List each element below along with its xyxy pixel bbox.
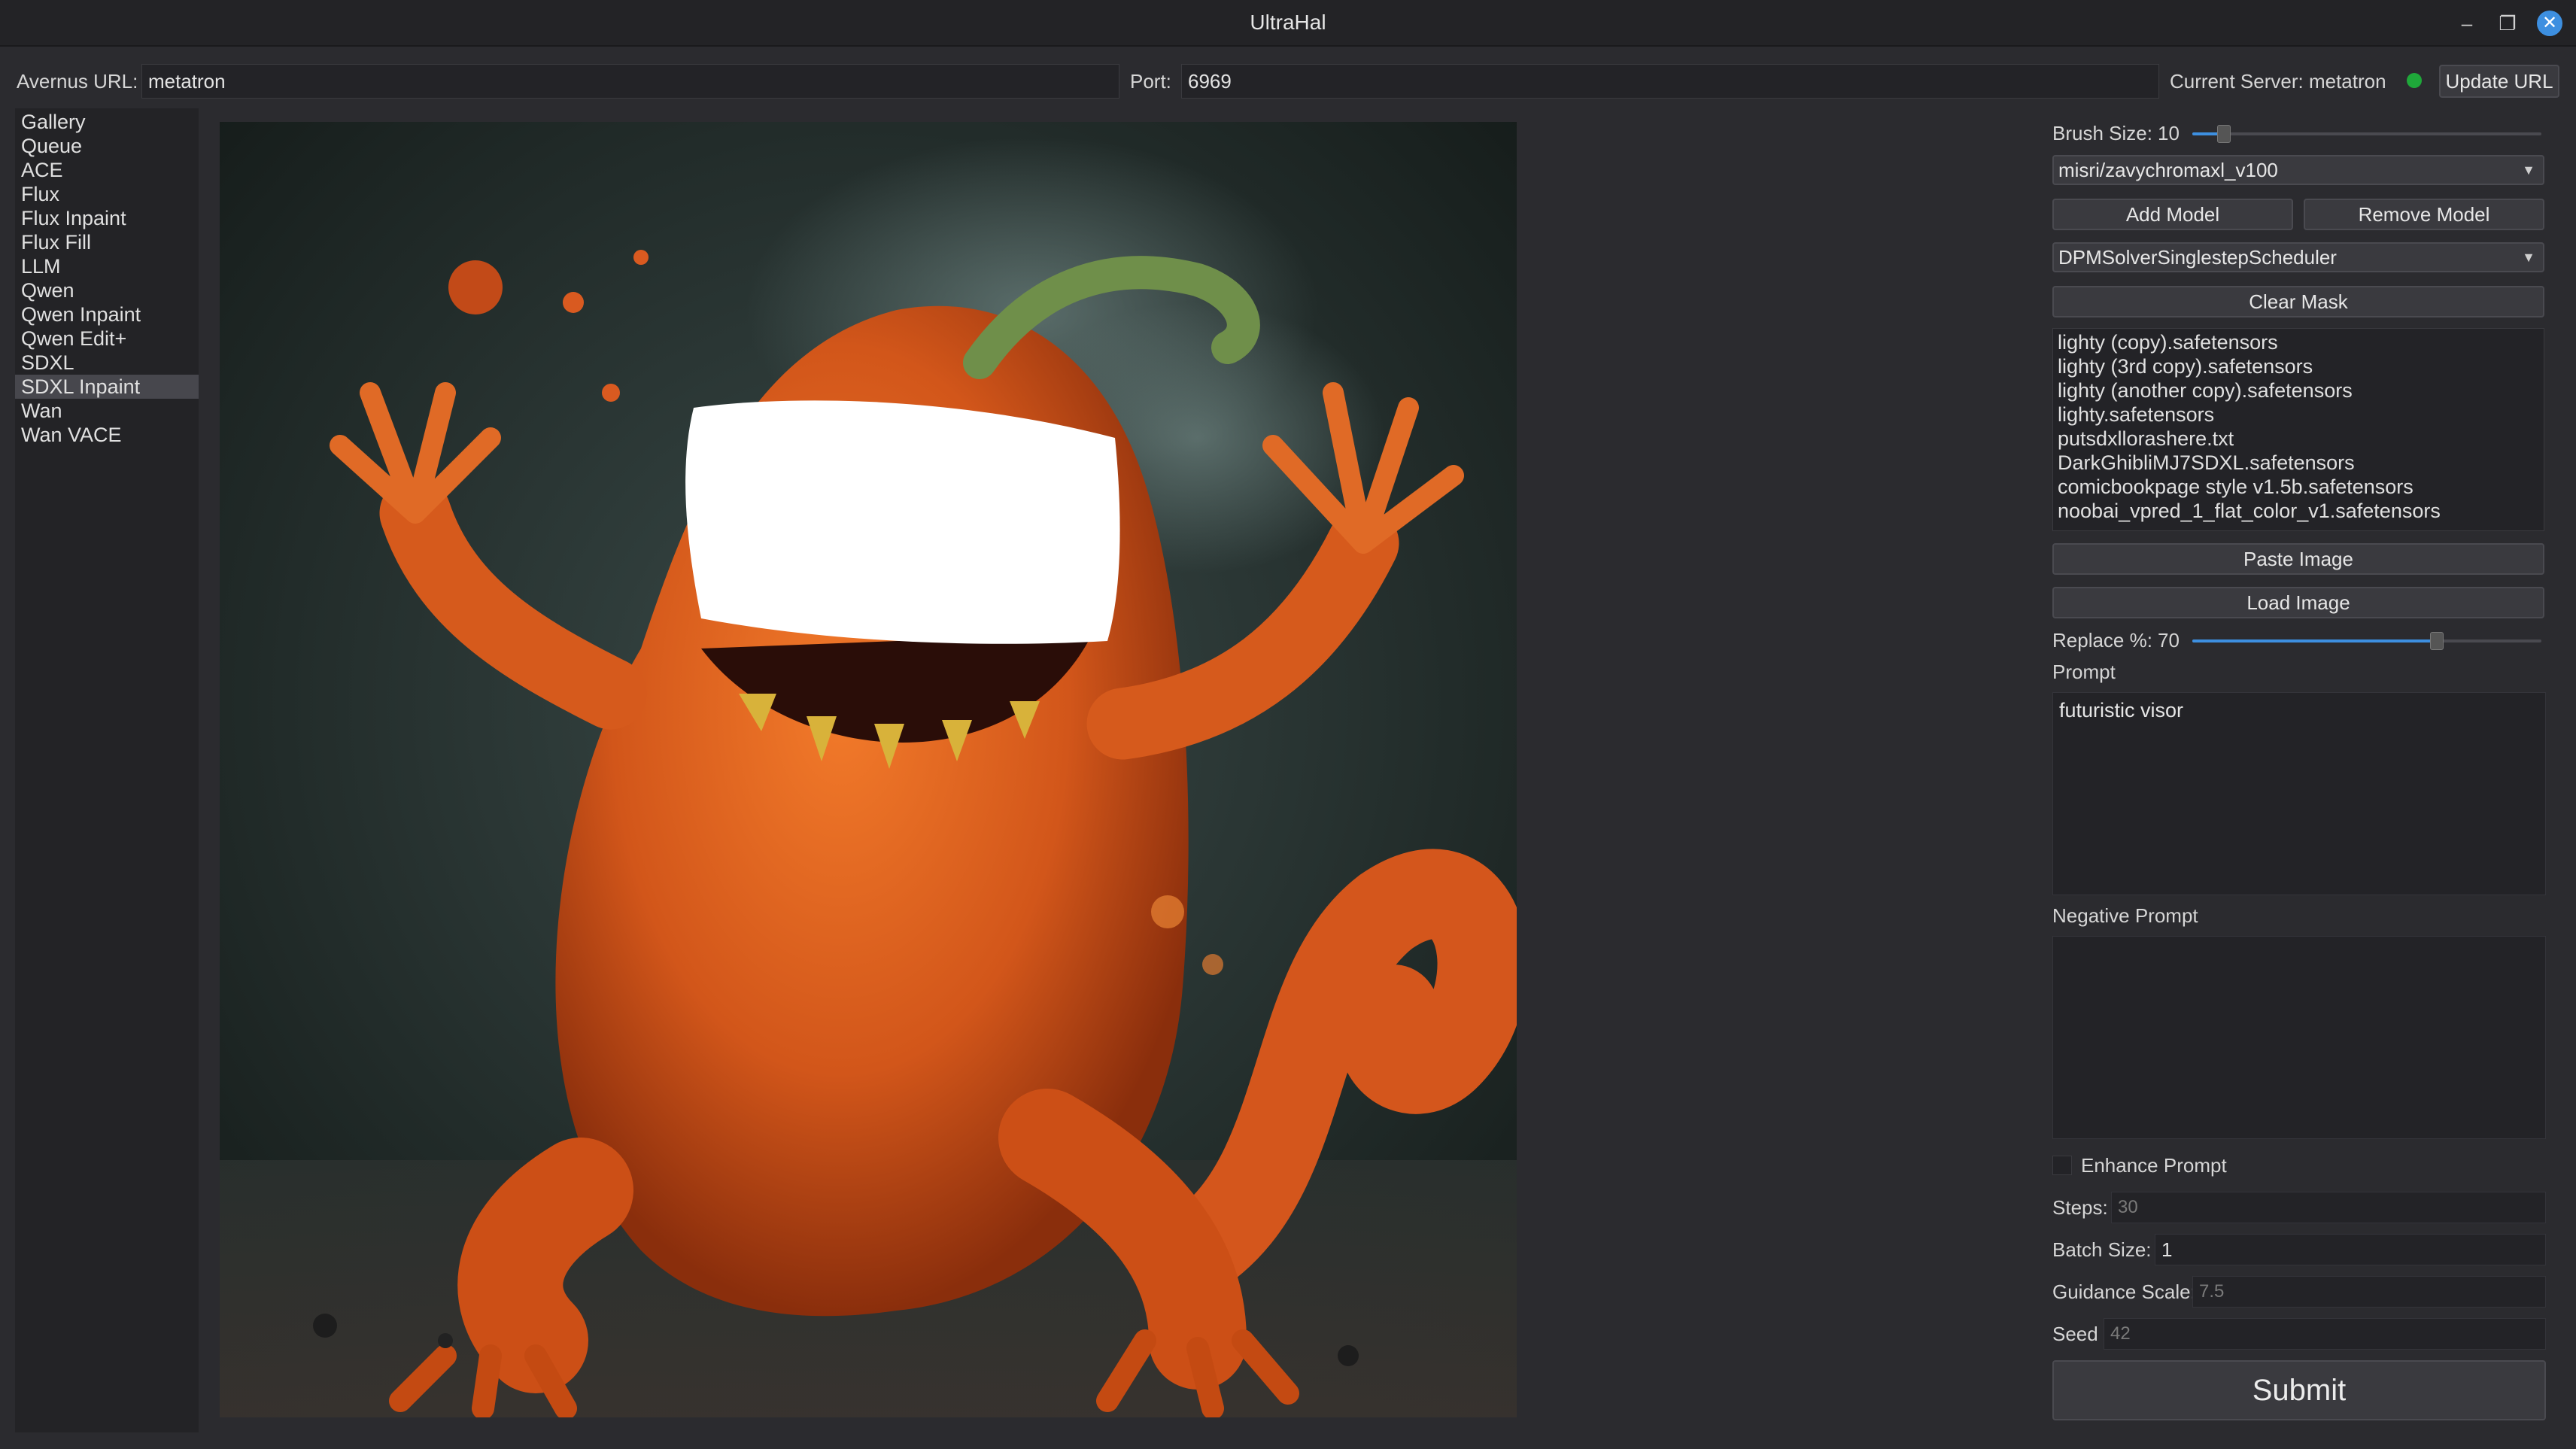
current-server-text: Current Server: metatron <box>2170 70 2386 93</box>
list-item[interactable]: comicbookpage style v1.5b.safetensors <box>2058 475 2544 499</box>
sidebar-item[interactable]: Qwen Inpaint <box>15 302 199 327</box>
enhance-prompt-checkbox[interactable] <box>2052 1156 2072 1175</box>
update-url-button[interactable]: Update URL <box>2439 65 2559 98</box>
scheduler-select-value: DPMSolverSinglestepScheduler <box>2058 246 2337 269</box>
sidebar-item[interactable]: Flux Fill <box>15 230 199 254</box>
seed-input[interactable]: 42 <box>2104 1318 2546 1350</box>
close-icon[interactable]: ✕ <box>2537 11 2562 36</box>
enhance-prompt-label: Enhance Prompt <box>2081 1154 2227 1177</box>
list-item[interactable]: noobai_vpred_1_flat_color_v1.safetensors <box>2058 499 2544 523</box>
brush-size-value: 10 <box>2158 122 2180 144</box>
list-item[interactable]: putsdxllorashere.txt <box>2058 427 2544 451</box>
list-item[interactable]: lighty (another copy).safetensors <box>2058 378 2544 402</box>
add-model-button[interactable]: Add Model <box>2052 199 2293 230</box>
sidebar-item[interactable]: LLM <box>15 254 199 278</box>
batch-size-input[interactable]: 1 <box>2155 1234 2546 1265</box>
replace-percent-label: Replace %: <box>2052 629 2152 652</box>
load-image-button[interactable]: Load Image <box>2052 587 2544 618</box>
seed-label: Seed <box>2052 1323 2098 1345</box>
brush-size-handle[interactable] <box>2217 125 2231 143</box>
sidebar-item[interactable]: Flux <box>15 182 199 206</box>
minimize-icon[interactable]: – <box>2454 11 2480 36</box>
sidebar-item[interactable]: Wan VACE <box>15 423 199 447</box>
sidebar-nav: Gallery Queue ACE Flux Flux Inpaint Flux Fill… <box>15 108 199 1432</box>
scheduler-select[interactable]: DPMSolverSinglestepScheduler ▼ <box>2052 242 2544 272</box>
guidance-scale-input[interactable]: 7.5 <box>2192 1276 2546 1308</box>
chevron-down-icon: ▼ <box>2522 250 2535 265</box>
avernus-url-input[interactable]: metatron <box>141 64 1119 99</box>
window-title: UltraHal <box>1250 11 1326 34</box>
brush-size-label: Brush Size: <box>2052 122 2152 144</box>
server-status-indicator <box>2407 73 2422 88</box>
negative-prompt-label: Negative Prompt <box>2052 904 2198 927</box>
replace-percent-handle[interactable] <box>2430 632 2444 650</box>
replace-percent-fill <box>2192 639 2437 642</box>
guidance-scale-label: Guidance Scale: <box>2052 1280 2196 1303</box>
brush-size-slider[interactable] <box>2192 125 2541 143</box>
sidebar-item[interactable]: Gallery <box>15 110 199 134</box>
replace-percent-value: 70 <box>2158 629 2180 652</box>
remove-model-button[interactable]: Remove Model <box>2304 199 2544 230</box>
sidebar-item[interactable]: SDXL Inpaint <box>15 375 199 399</box>
sidebar-item[interactable]: Flux Inpaint <box>15 206 199 230</box>
maximize-icon[interactable]: ❐ <box>2495 11 2520 36</box>
model-select[interactable]: misri/zavychromaxl_v100 ▼ <box>2052 155 2544 185</box>
canvas-image <box>220 122 1517 1417</box>
sidebar-item[interactable]: Qwen Edit+ <box>15 327 199 351</box>
title-bar: UltraHal – ❐ ✕ <box>0 0 2576 47</box>
negative-prompt-textarea[interactable] <box>2052 936 2546 1139</box>
prompt-label: Prompt <box>2052 661 2116 683</box>
sidebar-item[interactable]: Qwen <box>15 278 199 302</box>
list-item[interactable]: lighty (copy).safetensors <box>2058 330 2544 354</box>
sidebar-item[interactable]: SDXL <box>15 351 199 375</box>
list-item[interactable]: lighty.safetensors <box>2058 402 2544 427</box>
list-item[interactable]: DarkGhibliMJ7SDXL.safetensors <box>2058 451 2544 475</box>
sidebar-item[interactable]: Wan <box>15 399 199 423</box>
avernus-url-label: Avernus URL: <box>17 70 138 93</box>
chevron-down-icon: ▼ <box>2522 163 2535 178</box>
port-input[interactable]: 6969 <box>1181 64 2159 99</box>
submit-button[interactable]: Submit <box>2052 1360 2546 1420</box>
steps-label: Steps: <box>2052 1196 2108 1219</box>
list-item[interactable]: lighty (3rd copy).safetensors <box>2058 354 2544 378</box>
model-select-value: misri/zavychromaxl_v100 <box>2058 159 2278 181</box>
replace-percent-slider[interactable] <box>2192 632 2541 650</box>
sidebar-item[interactable]: Queue <box>15 134 199 158</box>
steps-input[interactable]: 30 <box>2111 1192 2546 1223</box>
clear-mask-button[interactable]: Clear Mask <box>2052 286 2544 317</box>
paste-image-button[interactable]: Paste Image <box>2052 543 2544 575</box>
lora-file-list[interactable]: lighty (copy).safetensors lighty (3rd cop… <box>2052 328 2544 531</box>
port-label: Port: <box>1130 70 1171 93</box>
inpaint-canvas[interactable] <box>220 122 1517 1417</box>
sidebar-item[interactable]: ACE <box>15 158 199 182</box>
prompt-textarea[interactable]: futuristic visor <box>2052 692 2546 895</box>
batch-size-label: Batch Size: <box>2052 1238 2152 1261</box>
